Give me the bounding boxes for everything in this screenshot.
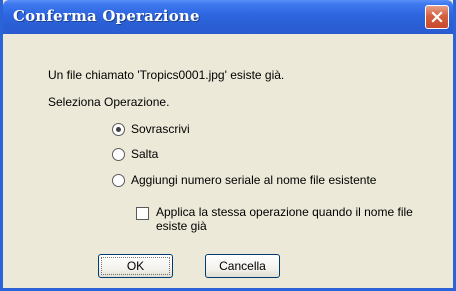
radio-overwrite[interactable]	[112, 122, 125, 136]
radio-overwrite-label: Sovrascrivi	[131, 122, 190, 136]
close-icon	[431, 11, 443, 23]
ok-button[interactable]: OK	[98, 254, 173, 278]
file-exists-message: Un file chiamato 'Tropics0001.jpg' esist…	[48, 68, 285, 82]
radio-option-overwrite[interactable]: Sovrascrivi	[112, 121, 190, 137]
apply-all-checkbox[interactable]	[136, 207, 149, 220]
apply-all-checkbox-label: Applica la stessa operazione quando il n…	[156, 205, 413, 233]
radio-skip-label: Salta	[131, 147, 159, 161]
radio-add-serial-label: Aggiungi numero seriale al nome file esi…	[131, 173, 377, 187]
operation-label: Seleziona Operazione.	[48, 95, 170, 109]
cancel-button[interactable]: Cancella	[205, 254, 280, 278]
title-bar[interactable]: Conferma Operazione	[3, 0, 453, 34]
dialog-title: Conferma Operazione	[13, 7, 200, 25]
dialog-body: Un file chiamato 'Tropics0001.jpg' esist…	[3, 34, 453, 288]
close-button[interactable]	[425, 5, 449, 29]
radio-add-serial[interactable]	[112, 173, 125, 187]
radio-option-skip[interactable]: Salta	[112, 146, 158, 162]
radio-skip[interactable]	[112, 147, 125, 161]
radio-option-add-serial[interactable]: Aggiungi numero seriale al nome file esi…	[112, 172, 376, 188]
dialog-window: Conferma Operazione Un file chiamato 'Tr…	[0, 0, 456, 291]
